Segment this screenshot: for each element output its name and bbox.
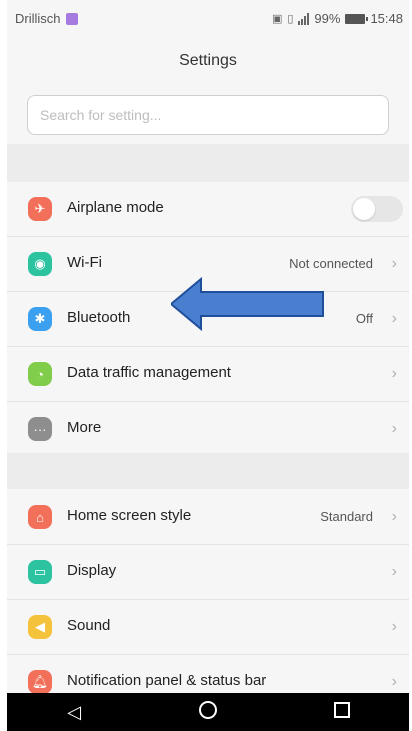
row-display[interactable]: ▭ Display ›	[7, 545, 409, 600]
row-label: Display	[67, 562, 117, 579]
row-label: Notification panel & status bar	[67, 672, 267, 689]
battery-percent: 99%	[314, 11, 341, 26]
sound-icon: ◀	[28, 615, 52, 639]
more-icon: ···	[28, 417, 52, 441]
search-box	[27, 95, 389, 135]
row-label: Sound	[67, 617, 111, 634]
navigation-bar: ◁	[7, 693, 409, 731]
row-label: Wi-Fi	[67, 254, 102, 271]
back-icon[interactable]: ◁	[54, 702, 94, 723]
carrier-label: Drillisch	[15, 11, 61, 26]
home-icon: ⌂	[28, 505, 52, 529]
status-bar: Drillisch ▣ ▯ 99% 15:48	[7, 0, 409, 40]
clock: 15:48	[370, 11, 403, 26]
bluetooth-icon: ✱	[28, 307, 52, 331]
row-label: Data traffic management	[67, 364, 231, 381]
bluetooth-status: Off	[355, 311, 373, 326]
section-divider	[7, 144, 409, 182]
row-label: Bluetooth	[67, 309, 131, 326]
section-divider	[7, 453, 409, 489]
chevron-right-icon: ›	[391, 673, 397, 690]
annotation-arrow	[171, 277, 324, 331]
row-home-screen-style[interactable]: ⌂ Home screen style Standard ›	[7, 490, 409, 545]
data-traffic-icon: ◔	[28, 362, 52, 386]
row-airplane-mode[interactable]: ✈ Airplane mode	[7, 182, 409, 237]
signal-icon	[298, 12, 310, 25]
nfc-icon: ▣	[271, 13, 283, 25]
vibrate-icon: ▯	[287, 13, 294, 25]
row-label: More	[67, 419, 102, 436]
chevron-right-icon: ›	[391, 365, 397, 382]
row-sound[interactable]: ◀ Sound ›	[7, 600, 409, 655]
home-button-icon[interactable]	[188, 700, 228, 724]
search-input[interactable]	[27, 95, 389, 135]
page-title: Settings	[179, 52, 237, 69]
status-right: ▣ ▯ 99% 15:48	[272, 11, 403, 26]
chevron-right-icon: ›	[391, 255, 397, 272]
chevron-right-icon: ›	[391, 420, 397, 437]
row-more[interactable]: ··· More ›	[7, 402, 409, 456]
chevron-right-icon: ›	[391, 310, 397, 327]
chevron-right-icon: ›	[391, 618, 397, 635]
airplane-icon: ✈	[28, 197, 52, 221]
recents-icon[interactable]	[322, 701, 362, 723]
settings-group-display: ⌂ Home screen style Standard › ▭ Display…	[7, 490, 409, 709]
chevron-right-icon: ›	[391, 508, 397, 525]
row-label: Home screen style	[67, 507, 192, 524]
airplane-mode-toggle[interactable]	[351, 196, 403, 222]
notification-icon: 🔔︎	[28, 670, 52, 694]
display-icon: ▭	[28, 560, 52, 584]
battery-icon	[345, 13, 369, 24]
wifi-icon: ◉	[28, 252, 52, 276]
home-style-value: Standard	[320, 509, 373, 524]
toggle-knob	[353, 198, 375, 220]
chevron-right-icon: ›	[391, 563, 397, 580]
status-left: Drillisch	[15, 11, 78, 26]
row-label: Airplane mode	[67, 199, 164, 216]
wifi-status: Not connected	[289, 256, 373, 271]
notification-app-icon	[65, 12, 78, 25]
settings-screen: Drillisch ▣ ▯ 99% 15:48 Settings ✈ Airpl…	[7, 0, 409, 731]
row-data-traffic[interactable]: ◔ Data traffic management ›	[7, 347, 409, 402]
